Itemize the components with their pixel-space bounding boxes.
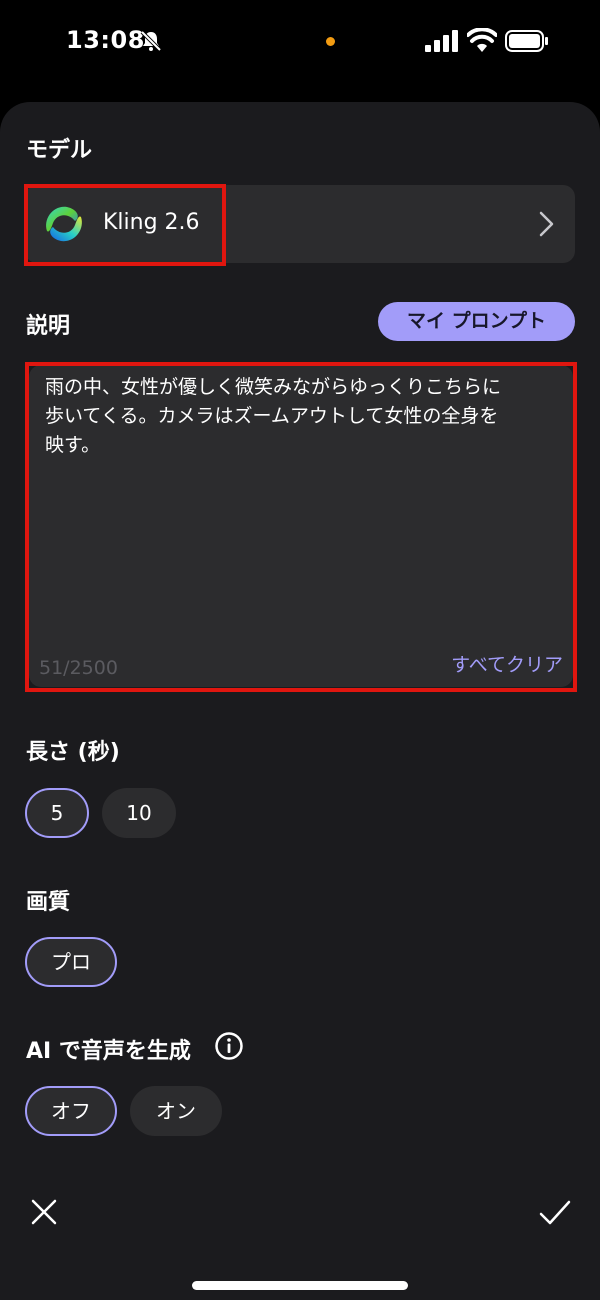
settings-sheet: モデル Kling 2.6 説明 マイ プロンプト 雨の中、女性が優しく微笑みな…	[0, 102, 600, 1300]
ai-audio-option-on[interactable]: オン	[130, 1086, 222, 1136]
status-time: 13:08	[66, 26, 145, 54]
duration-option-10[interactable]: 10	[102, 788, 176, 838]
duration-section-label: 長さ (秒)	[26, 740, 120, 765]
quality-section-label: 画質	[26, 890, 71, 915]
description-section-label: 説明	[26, 314, 71, 339]
privacy-dot-icon	[326, 37, 335, 46]
screen: 13:08 モデル Kling 2.6 説明 マイ プロンプト 雨の中、女性が優…	[0, 0, 600, 1300]
status-bar: 13:08	[0, 0, 600, 90]
cellular-signal-icon	[425, 30, 458, 52]
my-prompt-button[interactable]: マイ プロンプト	[378, 302, 575, 341]
info-icon[interactable]	[214, 1031, 244, 1061]
chevron-right-icon	[539, 211, 554, 237]
battery-icon	[505, 30, 548, 52]
ai-audio-section-label: AI で音声を生成	[26, 1039, 191, 1064]
wifi-icon	[467, 28, 497, 52]
checkmark-icon[interactable]	[538, 1198, 572, 1228]
model-section-label: モデル	[26, 138, 93, 163]
duration-option-5[interactable]: 5	[25, 788, 89, 838]
bell-muted-icon	[140, 30, 162, 52]
quality-option-pro[interactable]: プロ	[25, 937, 117, 987]
ai-audio-option-off[interactable]: オフ	[25, 1086, 117, 1136]
close-icon[interactable]	[28, 1196, 60, 1228]
model-highlight-box	[24, 184, 226, 266]
description-highlight-box	[25, 362, 577, 692]
home-indicator	[192, 1281, 408, 1290]
